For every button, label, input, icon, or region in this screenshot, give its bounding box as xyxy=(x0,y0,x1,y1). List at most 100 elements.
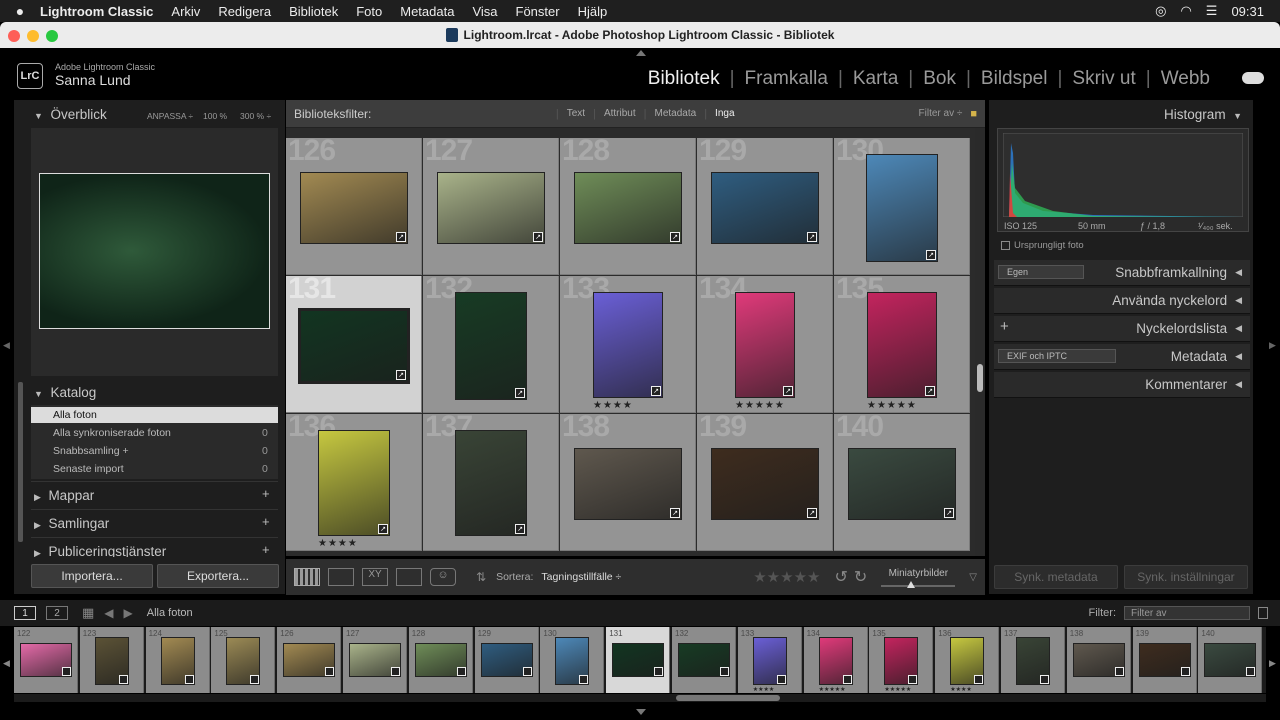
grid-cell[interactable]: 134 ↗ ★★★★★ xyxy=(697,276,833,413)
develop-badge-icon[interactable] xyxy=(720,667,729,676)
develop-badge-icon[interactable] xyxy=(1114,667,1124,676)
develop-badge-icon[interactable]: ↗ xyxy=(807,232,817,242)
photo-thumbnail[interactable] xyxy=(455,430,527,536)
filmstrip-cell[interactable]: 133 ★★★★ xyxy=(737,627,802,693)
saved-preset-dropdown[interactable]: Egen xyxy=(998,265,1084,279)
sort-direction-icon[interactable]: ⇅ xyxy=(476,570,486,584)
filter-tab-metadata[interactable]: Metadata xyxy=(654,108,696,119)
grid-view-icon[interactable] xyxy=(294,568,320,586)
filmstrip-source[interactable]: Alla foton xyxy=(147,607,193,619)
sort-dropdown[interactable]: Tagningstillfälle ÷ xyxy=(541,571,621,583)
module-skriv-ut[interactable]: Skriv ut xyxy=(1062,68,1145,90)
photo-thumbnail[interactable] xyxy=(437,172,545,244)
develop-badge-icon[interactable] xyxy=(1040,675,1049,684)
rating-stars[interactable]: ★★★★ xyxy=(593,400,633,411)
control-center-icon[interactable]: ☰ xyxy=(1206,3,1218,19)
filmstrip-cell[interactable]: 128 xyxy=(408,627,473,693)
clock[interactable]: 09:31 xyxy=(1231,4,1264,19)
left-panel-toggle-icon[interactable]: ◀ xyxy=(3,340,10,351)
add-publish-icon[interactable]: + xyxy=(262,542,270,557)
grid-cell[interactable]: 130 ↗ xyxy=(834,138,970,275)
add-collection-icon[interactable]: + xyxy=(262,514,270,529)
navigator-header[interactable]: ▼ Överblick xyxy=(34,107,107,122)
loupe-view-icon[interactable] xyxy=(328,568,354,586)
grid-cell[interactable]: 132 ↗ xyxy=(423,276,559,413)
module-bok[interactable]: Bok xyxy=(913,68,966,90)
filmstrip-left-icon[interactable]: ◀ xyxy=(3,658,10,669)
develop-badge-icon[interactable] xyxy=(391,667,400,676)
photo-thumbnail[interactable] xyxy=(574,172,682,244)
collapse-top-icon[interactable] xyxy=(636,50,646,56)
rating-stars[interactable]: ★★★★★ xyxy=(735,400,785,411)
menu-app[interactable]: Lightroom Classic xyxy=(40,4,153,19)
apple-icon[interactable]: ● xyxy=(0,3,40,19)
compare-view-icon[interactable]: XY xyxy=(362,568,388,586)
grid-cell[interactable]: 135 ↗ ★★★★★ xyxy=(834,276,970,413)
photo-thumbnail[interactable] xyxy=(735,292,795,398)
develop-badge-icon[interactable]: ↗ xyxy=(670,232,680,242)
menu-redigera[interactable]: Redigera xyxy=(218,4,271,19)
grid-cell[interactable]: 129 ↗ xyxy=(697,138,833,275)
filmstrip-filter-dropdown[interactable]: Filter av xyxy=(1124,606,1250,620)
lock-icon[interactable]: ■ xyxy=(970,108,977,120)
filmstrip-cell[interactable]: 135 ★★★★★ xyxy=(869,627,934,693)
develop-badge-icon[interactable]: ↗ xyxy=(944,508,954,518)
people-view-icon[interactable]: ☺ xyxy=(430,568,456,586)
metadata-preset-dropdown[interactable]: EXIF och IPTC xyxy=(998,349,1116,363)
add-folder-icon[interactable]: + xyxy=(262,486,270,501)
right-panel-toggle-icon[interactable]: ▶ xyxy=(1269,340,1276,351)
filmstrip-cell[interactable]: 123 xyxy=(79,627,144,693)
survey-view-icon[interactable] xyxy=(396,568,422,586)
add-keyword-icon[interactable]: + xyxy=(1000,318,1009,335)
filmstrip-cell[interactable]: 139 xyxy=(1132,627,1197,693)
menu-foto[interactable]: Foto xyxy=(356,4,382,19)
filmstrip-cell[interactable]: 122 xyxy=(14,627,78,693)
photo-thumbnail[interactable] xyxy=(848,448,956,520)
catalog-item-quick-collection[interactable]: Snabbsamling + xyxy=(53,445,129,457)
menu-hjalp[interactable]: Hjälp xyxy=(578,4,608,19)
develop-badge-icon[interactable] xyxy=(776,675,786,684)
grid-cell[interactable]: 136 ↗ ★★★★ xyxy=(286,414,422,551)
filmstrip-cell[interactable]: 131 xyxy=(606,627,671,693)
catalog-item-alla-foton[interactable]: Alla foton xyxy=(31,407,278,423)
photo-thumbnail[interactable] xyxy=(298,308,410,384)
filmstrip-right-icon[interactable]: ▶ xyxy=(1269,658,1276,669)
rating-stars[interactable]: ★★★★ xyxy=(318,538,358,549)
zoom-fit[interactable]: ANPASSA ÷ xyxy=(147,111,193,121)
rating-stars[interactable]: ★★★★★ xyxy=(867,400,917,411)
module-bildspel[interactable]: Bildspel xyxy=(971,68,1058,90)
photo-thumbnail[interactable] xyxy=(318,430,390,536)
develop-badge-icon[interactable]: ↗ xyxy=(378,524,388,534)
develop-badge-icon[interactable] xyxy=(250,675,260,684)
catalog-item-previous-import[interactable]: Senaste import xyxy=(53,463,124,475)
original-photo-checkbox[interactable] xyxy=(1001,241,1010,250)
creative-cloud-icon[interactable]: ◎ xyxy=(1155,3,1166,19)
histogram-header[interactable]: Histogram ▼ xyxy=(1164,107,1242,122)
module-bibliotek[interactable]: Bibliotek xyxy=(638,68,730,90)
cloud-icon[interactable] xyxy=(1242,72,1264,84)
develop-badge-icon[interactable] xyxy=(522,667,532,676)
filter-tab-attribute[interactable]: Attribut xyxy=(604,108,636,119)
filmstrip-cell[interactable]: 126 xyxy=(277,627,342,693)
module-webb[interactable]: Webb xyxy=(1151,68,1220,90)
photo-thumbnail[interactable] xyxy=(574,448,682,520)
zoom-window-icon[interactable] xyxy=(46,30,58,42)
toolbar-menu-icon[interactable]: ▽ xyxy=(969,572,977,583)
menu-metadata[interactable]: Metadata xyxy=(400,4,454,19)
module-framkalla[interactable]: Framkalla xyxy=(735,68,838,90)
rotate-left-icon[interactable]: ↺ xyxy=(834,567,847,587)
module-karta[interactable]: Karta xyxy=(843,68,908,90)
develop-badge-icon[interactable]: ↗ xyxy=(926,250,936,260)
collections-header[interactable]: ▶ Samlingar xyxy=(34,516,109,531)
catalog-item-synced[interactable]: Alla synkroniserade foton xyxy=(53,427,171,439)
export-button[interactable]: Exportera... xyxy=(157,564,279,588)
publish-header[interactable]: ▶ Publiceringstjänster xyxy=(34,544,166,557)
develop-badge-icon[interactable]: ↗ xyxy=(783,386,793,396)
metadata-header[interactable]: EXIF och IPTC Metadata ◀ xyxy=(994,344,1250,370)
filter-preset[interactable]: Filter av ÷ xyxy=(919,108,963,119)
left-panel-scrollbar[interactable] xyxy=(18,382,23,542)
develop-badge-icon[interactable] xyxy=(325,667,335,676)
filter-tab-none[interactable]: Inga xyxy=(715,108,734,119)
develop-badge-icon[interactable] xyxy=(579,675,589,684)
menu-visa[interactable]: Visa xyxy=(472,4,497,19)
